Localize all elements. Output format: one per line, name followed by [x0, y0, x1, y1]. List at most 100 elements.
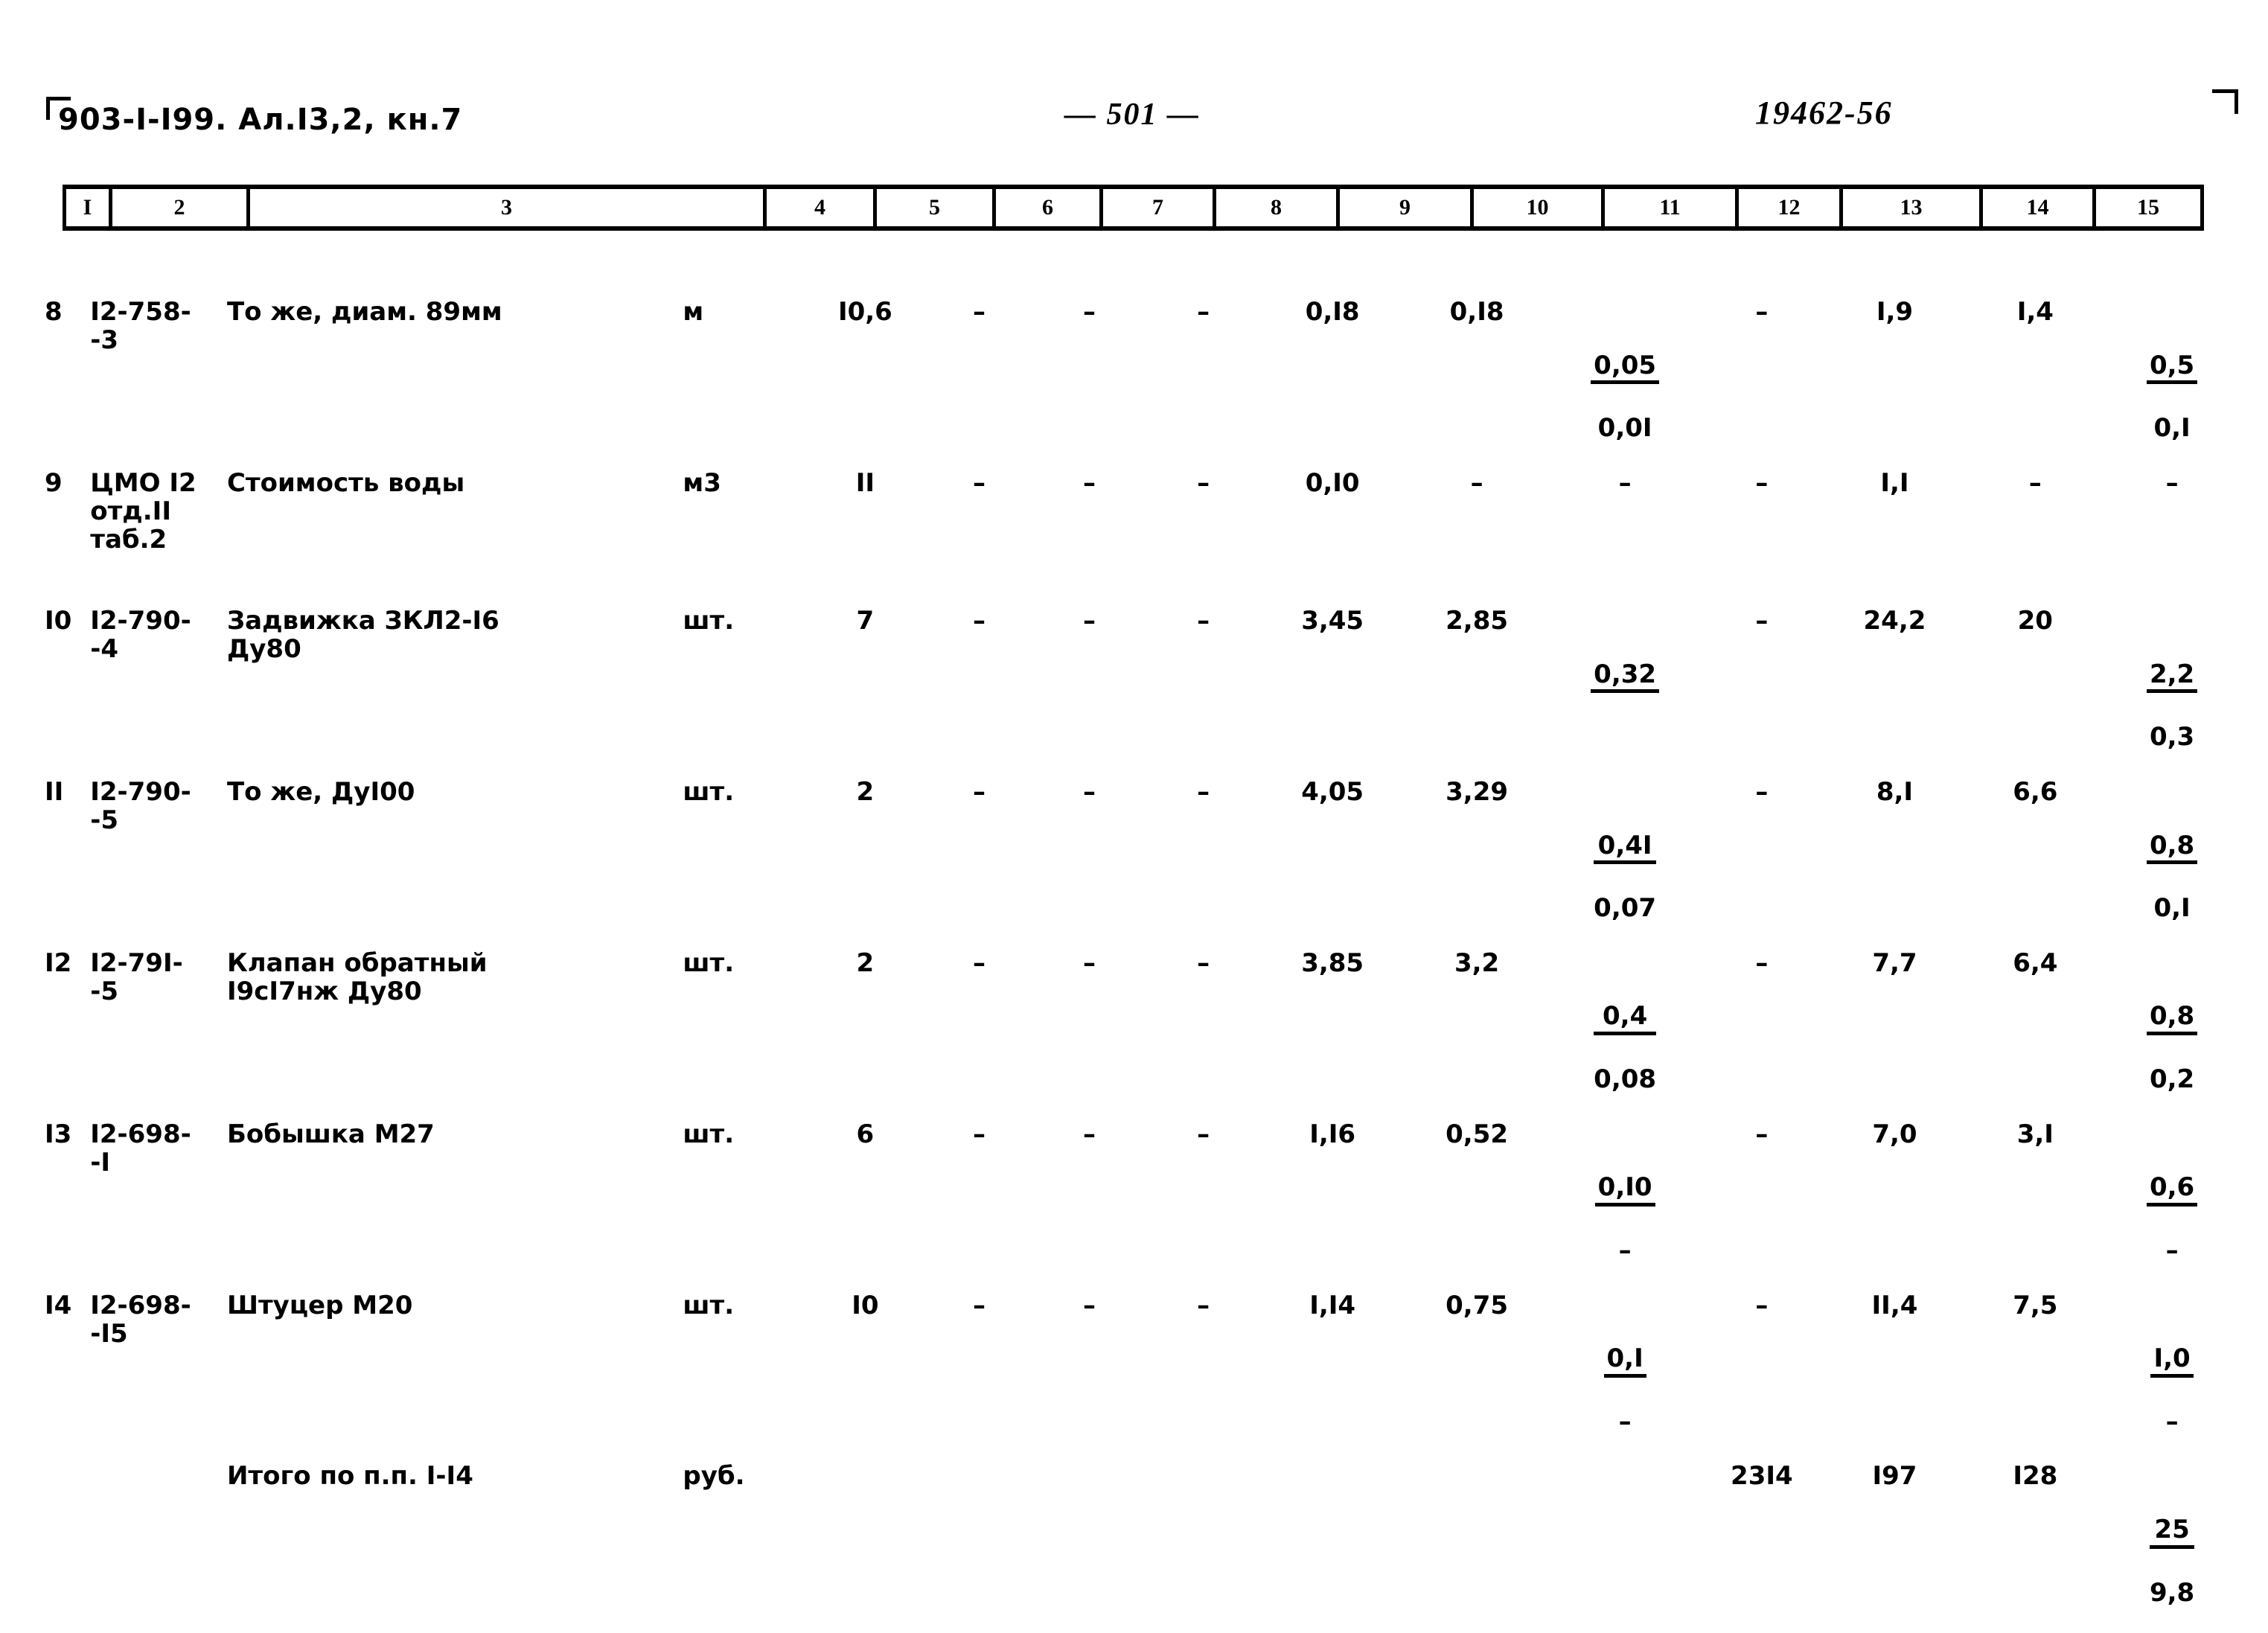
row-description: Штуцер М20 — [226, 1290, 413, 1320]
row-col14: 6,6 — [2013, 776, 2058, 807]
row-col7: – — [1083, 1119, 1096, 1149]
row-quantity: I0 — [852, 1290, 879, 1320]
row-col8: – — [1197, 1290, 1210, 1320]
row-col8: – — [1197, 605, 1210, 636]
totals-col7 — [1032, 1462, 1146, 1633]
column-header-9: 9 — [1340, 189, 1474, 226]
row-description: Задвижка ЗКЛ2-I6 Ду80 — [226, 605, 499, 664]
table-row: I4 I2-698- -I5 Штуцер М20 шт. I0 – – – I… — [45, 1291, 2240, 1463]
row-number: 8 — [45, 297, 63, 327]
row-col9: 0,I8 — [1305, 297, 1360, 327]
row-col7: – — [1083, 776, 1096, 807]
fraction-denominator: 0,0I — [1597, 413, 1652, 444]
row-col11: 0,32 — [1549, 607, 1701, 778]
fraction-value: 0,32 — [1591, 635, 1660, 751]
totals-col15: 25 9,8 — [2104, 1462, 2240, 1633]
totals-spacer — [45, 1462, 90, 1633]
column-header-5: 5 — [877, 189, 996, 226]
column-number-bar: I 2 3 4 5 6 7 8 9 10 11 12 13 14 15 — [63, 185, 2204, 231]
row-unit: шт. — [683, 1290, 735, 1320]
row-col10: 2,85 — [1446, 605, 1509, 636]
row-col7: – — [1083, 467, 1096, 498]
table-row: 8 I2-758- -3 То же, диам. 89мм м I0,6 – … — [45, 298, 2240, 469]
row-col13: 24,2 — [1863, 605, 1926, 636]
row-code: ЦМО I2 отд.II таб.2 — [90, 467, 197, 555]
fraction-numerator: 2,2 — [2146, 661, 2198, 694]
row-number: I2 — [45, 947, 72, 978]
fraction-value: 0,6 – — [2146, 1148, 2198, 1291]
row-code: I2-758- -3 — [90, 297, 191, 356]
row-col14: 3,I — [2016, 1119, 2054, 1149]
fraction-value: 0,I0 – — [1594, 1148, 1655, 1291]
row-number: I4 — [45, 1290, 72, 1320]
archive-number: 19462-56 — [1755, 95, 1893, 131]
row-col14: 20 — [2017, 605, 2053, 636]
row-code: I2-698- -I — [90, 1119, 191, 1177]
row-unit: шт. — [683, 947, 735, 978]
row-col15: 2,2 0,3 — [2104, 607, 2240, 778]
row-col15: 0,8 0,2 — [2104, 949, 2240, 1120]
row-col6: – — [973, 947, 986, 978]
row-col11: 0,4I 0,07 — [1549, 778, 1701, 949]
column-header-13: 13 — [1843, 189, 1983, 226]
document-code: 903-I-I99. Ал.I3,2, кн.7 — [58, 103, 463, 137]
fraction-numerator: 0,8 — [2146, 1003, 2198, 1036]
row-col13: 7,0 — [1872, 1119, 1917, 1149]
fraction-denominator: 0,2 — [2149, 1064, 2195, 1094]
row-quantity: 2 — [856, 947, 875, 978]
column-header-8: 8 — [1216, 189, 1340, 226]
table-row: 9 ЦМО I2 отд.II таб.2 Стоимость воды м3 … — [45, 469, 2240, 607]
row-col8: – — [1197, 467, 1210, 498]
row-col6: – — [973, 1119, 986, 1149]
row-code: I2-790- -5 — [90, 776, 191, 835]
row-col12: – — [1755, 297, 1769, 327]
row-col10: 0,52 — [1446, 1119, 1509, 1149]
fraction-value: 0,I – — [1603, 1320, 1646, 1462]
column-header-1: I — [66, 189, 112, 226]
fraction-denominator: 0,08 — [1594, 1064, 1657, 1094]
row-col12: – — [1755, 467, 1769, 498]
row-col9: I,I4 — [1309, 1290, 1356, 1320]
row-col13: II,4 — [1871, 1290, 1918, 1320]
totals-col12: 23I4 — [1731, 1461, 1793, 1492]
fraction-numerator: 0,4I — [1594, 832, 1657, 865]
column-header-7: 7 — [1103, 189, 1216, 226]
row-unit: шт. — [683, 776, 735, 807]
column-header-11: 11 — [1605, 189, 1739, 226]
row-col9: 3,85 — [1301, 947, 1364, 978]
row-unit: шт. — [683, 605, 735, 636]
row-col14: – — [2028, 467, 2042, 498]
row-description: Клапан обратный I9сI7нж Ду80 — [226, 947, 488, 1006]
row-unit: шт. — [683, 1119, 735, 1149]
totals-col6 — [926, 1462, 1032, 1633]
fraction-value: 0,5 0,I — [2146, 326, 2198, 468]
fraction-value: I,0 – — [2150, 1320, 2194, 1462]
row-col10: 0,75 — [1446, 1290, 1509, 1320]
row-col15: 0,5 0,I — [2104, 298, 2240, 469]
row-col14: I,4 — [2016, 297, 2054, 327]
row-col9: 4,05 — [1301, 776, 1364, 807]
page-header: 903-I-I99. Ал.I3,2, кн.7 — 501 — 19462-5… — [0, 89, 2268, 147]
fraction-numerator: 0,05 — [1591, 352, 1660, 385]
row-col12: – — [1755, 947, 1769, 978]
fraction-denominator: 0,I — [2153, 413, 2191, 444]
row-quantity: II — [855, 467, 875, 498]
row-col15: – — [2165, 467, 2179, 498]
fraction-numerator: 0,6 — [2146, 1175, 2198, 1207]
column-header-2: 2 — [112, 189, 250, 226]
row-col7: – — [1083, 1290, 1096, 1320]
fraction-value: 0,8 0,I — [2146, 806, 2198, 948]
totals-unit: руб. — [683, 1461, 745, 1492]
fraction-value: 2,2 0,3 — [2146, 635, 2198, 777]
row-col15: 0,6 – — [2104, 1120, 2240, 1291]
row-col13: 7,7 — [1872, 947, 1917, 978]
row-description: То же, диам. 89мм — [226, 297, 502, 327]
row-col15: 0,8 0,I — [2104, 778, 2240, 949]
fraction-value: 0,8 0,2 — [2146, 977, 2198, 1119]
totals-col11 — [1549, 1462, 1701, 1633]
row-number: 9 — [45, 467, 63, 498]
row-col11: 0,05 0,0I — [1549, 298, 1701, 469]
row-col10: 0,I8 — [1449, 297, 1504, 327]
fraction-numerator: 0,I — [1603, 1346, 1646, 1378]
page-number: — 501 — — [1064, 98, 1200, 132]
